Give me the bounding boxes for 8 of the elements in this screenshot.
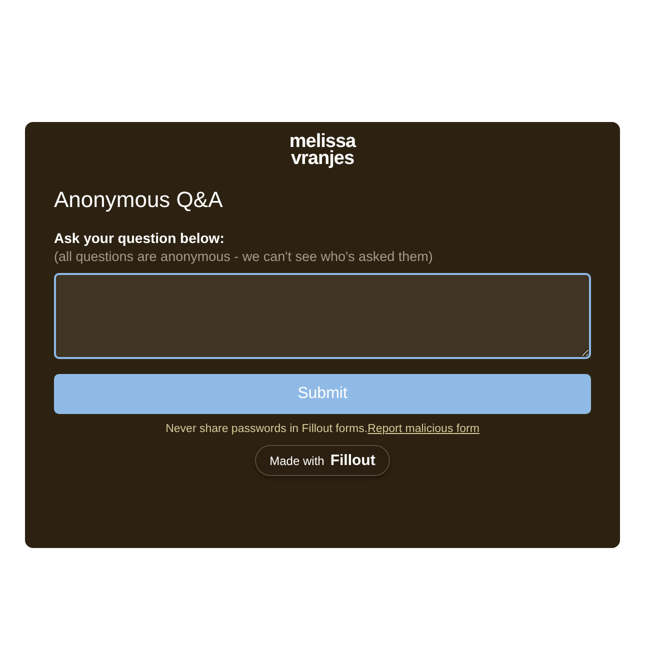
question-hint: (all questions are anonymous - we can't see who's asked them) (54, 249, 434, 264)
question-field[interactable] (54, 273, 591, 359)
report-link[interactable]: Report malicious form (368, 423, 480, 435)
form-title: Anonymous Q&A (54, 187, 224, 213)
logo: melissa vranjes (289, 133, 356, 167)
notice-text: Never share passwords in Fillout forms. (166, 423, 368, 435)
made-with-badge[interactable]: Made with Fillout (254, 445, 390, 476)
question-label: Ask your question below: (54, 230, 226, 246)
